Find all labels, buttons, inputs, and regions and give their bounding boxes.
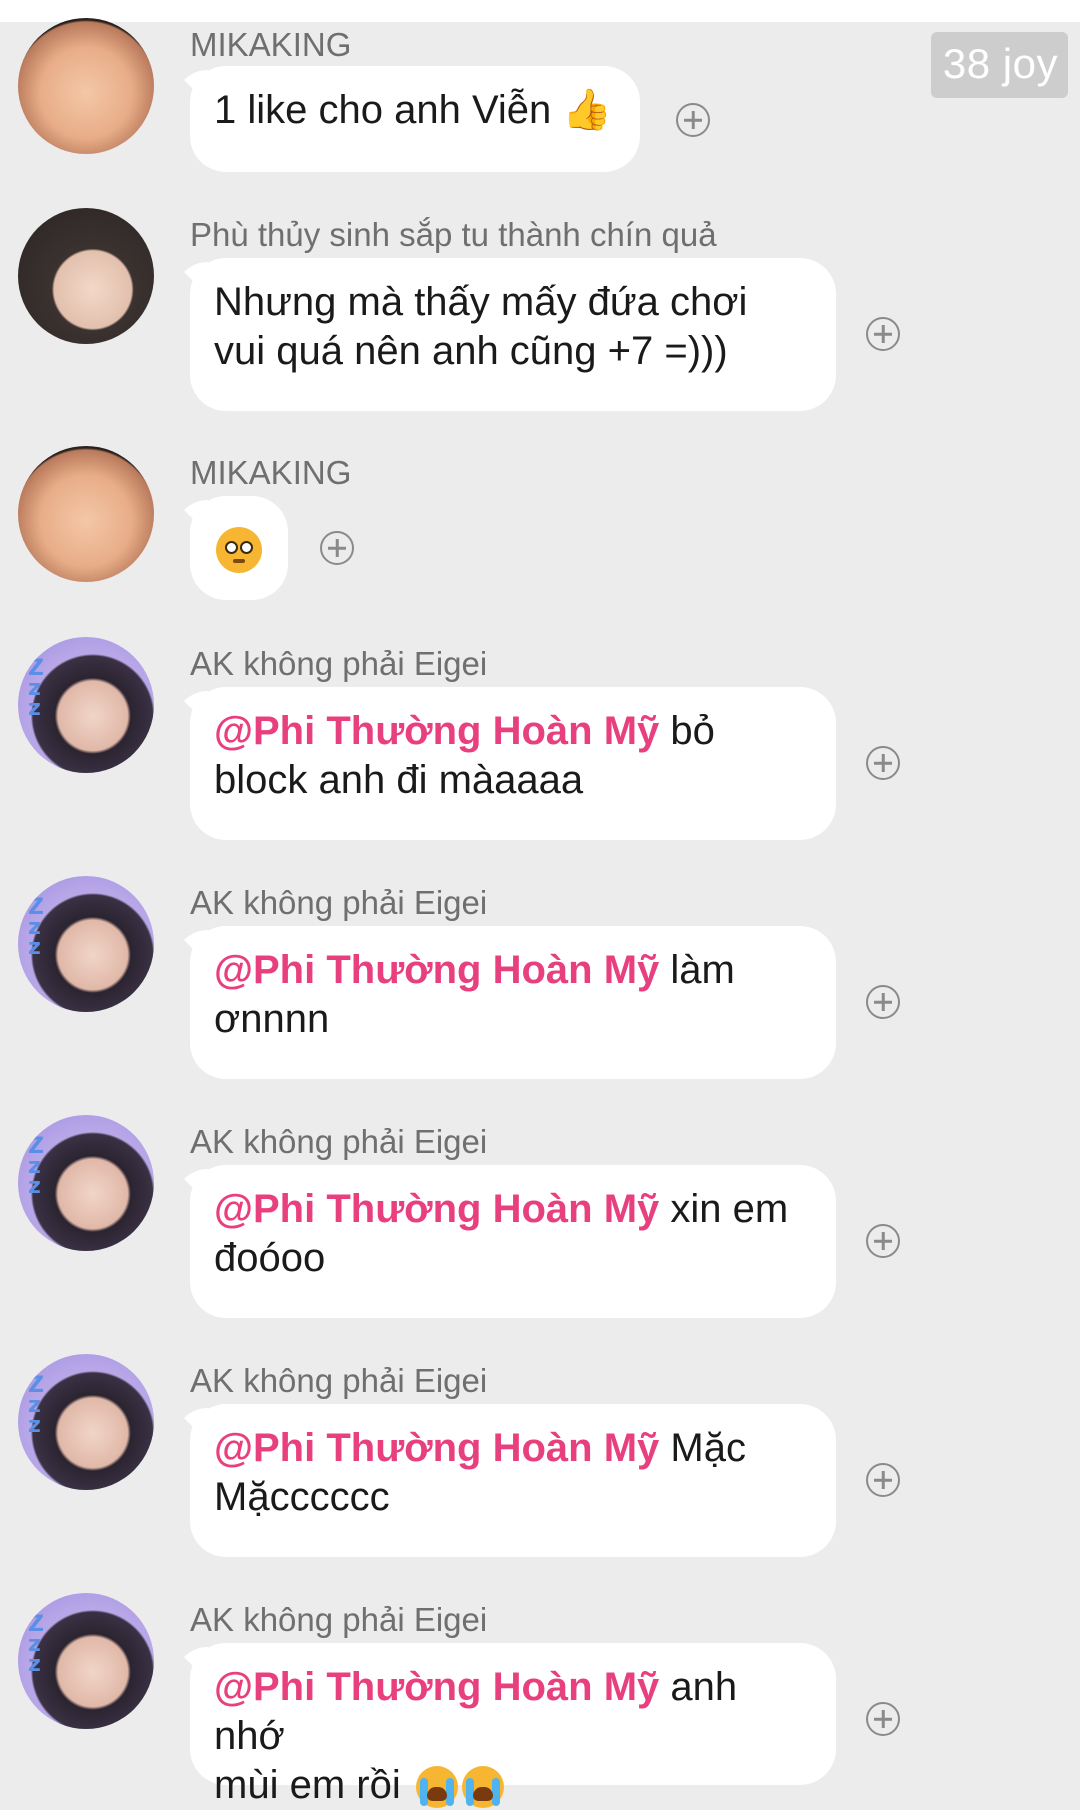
add-reaction-icon[interactable] [866,1463,900,1497]
add-reaction-icon[interactable] [866,985,900,1019]
message-text: xin em [659,1187,789,1231]
message-text: 1 like cho anh Viễn [214,88,552,132]
message-bubble[interactable]: @Phi Thường Hoàn Mỹ xin em đoóoo [190,1165,836,1318]
loudly-crying-face-icon [461,1766,504,1809]
message-bubble[interactable]: Nhưng mà thấy mấy đứa chơi vui quá nên a… [190,258,836,411]
message-text-line: mùi em rồi [214,1763,401,1807]
add-reaction-icon[interactable] [676,103,710,137]
count-badge: 38 joy [930,32,1068,98]
mention-link[interactable]: @Phi Thường Hoàn Mỹ [214,1187,659,1231]
thumbs-up-icon: 👍 [562,87,613,133]
avatar[interactable]: Zzz [18,1115,154,1251]
add-reaction-icon[interactable] [866,317,900,351]
avatar[interactable]: Zzz [18,876,154,1012]
avatar[interactable]: Zzz [18,1593,154,1729]
sender-name: AK không phải Eigei [190,645,488,682]
mention-link[interactable]: @Phi Thường Hoàn Mỹ [214,1665,659,1709]
message-text-line: ơnnnn [214,997,330,1041]
add-reaction-icon[interactable] [320,531,354,565]
mention-link[interactable]: @Phi Thường Hoàn Mỹ [214,948,659,992]
sender-name: Phù thủy sinh sắp tu thành chín quả [190,216,717,253]
message-text: làm [659,948,735,992]
top-bar [0,0,1080,22]
message-text-line: Nhưng mà thấy mấy đứa chơi [214,280,748,324]
add-reaction-icon[interactable] [866,746,900,780]
pleading-face-icon [216,527,262,574]
sender-name: AK không phải Eigei [190,1123,488,1160]
add-reaction-icon[interactable] [866,1224,900,1258]
message-bubble[interactable]: @Phi Thường Hoàn Mỹ bỏ block anh đi màaa… [190,687,836,840]
avatar[interactable] [18,18,154,154]
message-bubble[interactable]: 1 like cho anh Viễn 👍 [190,66,640,172]
message-bubble[interactable] [190,496,288,600]
message-bubble[interactable]: @Phi Thường Hoàn Mỹ làm ơnnnn [190,926,836,1079]
sender-name: AK không phải Eigei [190,1362,488,1399]
sender-name: MIKAKING [190,454,352,491]
message-text-line: đoóoo [214,1236,326,1280]
message-text-line: Mặcccccc [214,1475,390,1519]
avatar[interactable] [18,446,154,582]
message-bubble[interactable]: @Phi Thường Hoàn Mỹ anh nhớ mùi em rồi [190,1643,836,1809]
sender-name: AK không phải Eigei [190,884,488,921]
add-reaction-icon[interactable] [866,1702,900,1736]
message-text-line: vui quá nên anh cũng +7 =))) [214,329,728,373]
sender-name: MIKAKING [190,26,352,63]
mention-link[interactable]: @Phi Thường Hoàn Mỹ [214,709,659,753]
mention-link[interactable]: @Phi Thường Hoàn Mỹ [214,1426,659,1470]
loudly-crying-face-icon [415,1766,458,1809]
message-text: bỏ [659,709,715,753]
message-text: Mặc [659,1426,746,1470]
avatar[interactable]: Zzz [18,1354,154,1490]
sender-name: AK không phải Eigei [190,1601,488,1638]
message-bubble[interactable]: @Phi Thường Hoàn Mỹ Mặc Mặcccccc [190,1404,836,1557]
avatar[interactable] [18,208,154,344]
message-text-line: block anh đi màaaaa [214,758,584,802]
avatar[interactable]: Zzz [18,637,154,773]
